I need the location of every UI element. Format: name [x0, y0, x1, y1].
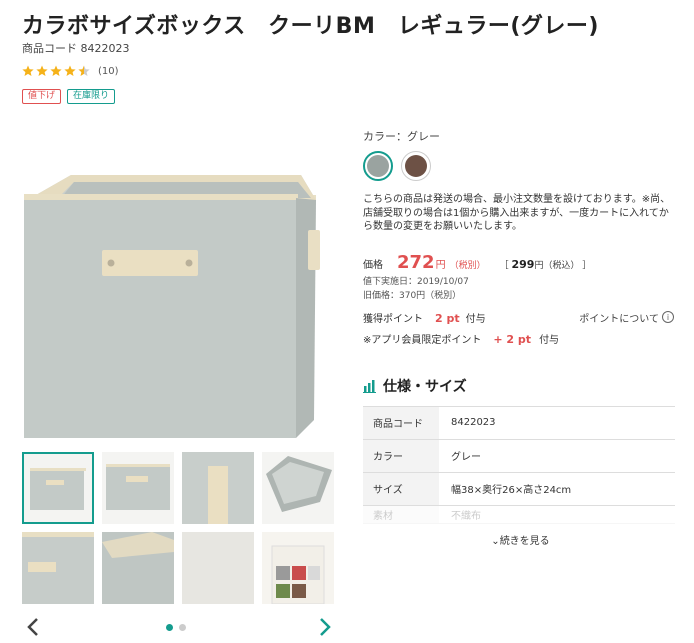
price-unit: 円	[435, 259, 446, 271]
points-row: 獲得ポイント 2 pt 付与 ポイントについて i	[363, 310, 678, 325]
product-title: カラボサイズボックス クーリBM レギュラー(グレー)	[22, 14, 599, 39]
prev-arrow-icon[interactable]	[24, 616, 44, 638]
old-price: 旧価格：370円（税別）	[363, 290, 462, 301]
price-value: 272	[397, 251, 435, 273]
points-suffix: 付与	[465, 313, 486, 325]
app-points-label: ※アプリ会員限定ポイント	[363, 334, 482, 346]
app-points-suffix: 付与	[539, 334, 560, 346]
carousel-dot[interactable]	[179, 624, 186, 631]
swatch-brown[interactable]	[401, 151, 431, 181]
carousel-dots	[166, 624, 186, 631]
rating[interactable]: (10)	[22, 65, 119, 77]
spec-row: サイズ 幅38×奥行26×高さ24cm	[363, 472, 675, 506]
color-swatches	[363, 151, 678, 181]
thumbnail-1[interactable]	[22, 452, 94, 524]
app-points-value: + 2 pt	[493, 332, 532, 346]
spec-row: 商品コード 8422023	[363, 406, 675, 440]
carousel-dot[interactable]	[166, 624, 173, 631]
product-code: 商品コード 8422023	[22, 42, 130, 55]
product-detail: カラー：グレー こちらの商品は発送の場合、最小注文数量を設けております。※尚、店…	[363, 128, 678, 547]
points-about-link[interactable]: ポイントについて i	[579, 310, 674, 325]
badges: 値下げ 在庫限り	[22, 89, 116, 104]
info-icon: i	[662, 311, 674, 323]
points-label: 獲得ポイント	[363, 313, 423, 325]
main-product-image[interactable]	[16, 120, 346, 440]
star-icon	[22, 65, 34, 76]
thumbnail-3[interactable]	[182, 452, 254, 524]
next-arrow-icon[interactable]	[314, 616, 334, 638]
price-row: 価格 272 円 （税別） ［ 299円（税込） ］	[363, 252, 678, 273]
color-label: カラー：グレー	[363, 130, 440, 143]
chart-icon	[363, 379, 376, 393]
spec-heading: 仕様・サイズ	[363, 376, 678, 396]
half-star-icon	[78, 65, 90, 76]
star-icon	[36, 65, 48, 76]
reduced-date: 値下実施日：2019/10/07	[363, 276, 469, 287]
price-including-tax: ［ 299円（税込） ］	[499, 257, 592, 271]
thumbnail-8[interactable]	[262, 532, 334, 604]
points-value: 2 pt	[435, 311, 460, 325]
spec-row-faded: 素材 不織布	[363, 505, 675, 524]
thumbnail-6[interactable]	[102, 532, 174, 604]
price-down-badge: 値下げ	[22, 89, 62, 104]
thumbnail-4[interactable]	[262, 452, 334, 524]
star-icon	[50, 65, 62, 76]
swatch-gray[interactable]	[363, 151, 393, 181]
limited-stock-badge: 在庫限り	[67, 89, 116, 104]
star-icon	[64, 65, 76, 76]
spec-table: 商品コード 8422023 カラー グレー サイズ 幅38×奥行26×高さ24cm 素…	[363, 405, 675, 524]
price-tax-note: （税別）	[449, 260, 486, 271]
show-more-link[interactable]: ⌄続きを見る	[363, 532, 678, 547]
order-notice: こちらの商品は発送の場合、最小注文数量を設けております。※尚、店舗受取りの場合は…	[363, 194, 671, 232]
thumbnail-7[interactable]	[182, 532, 254, 604]
spec-row: カラー グレー	[363, 439, 675, 473]
price-label: 価格	[363, 259, 383, 271]
thumbnail-5[interactable]	[22, 532, 94, 604]
thumbnail-2[interactable]	[102, 452, 174, 524]
app-points-row: ※アプリ会員限定ポイント + 2 pt 付与	[363, 331, 678, 346]
review-count[interactable]: (10)	[98, 66, 119, 77]
